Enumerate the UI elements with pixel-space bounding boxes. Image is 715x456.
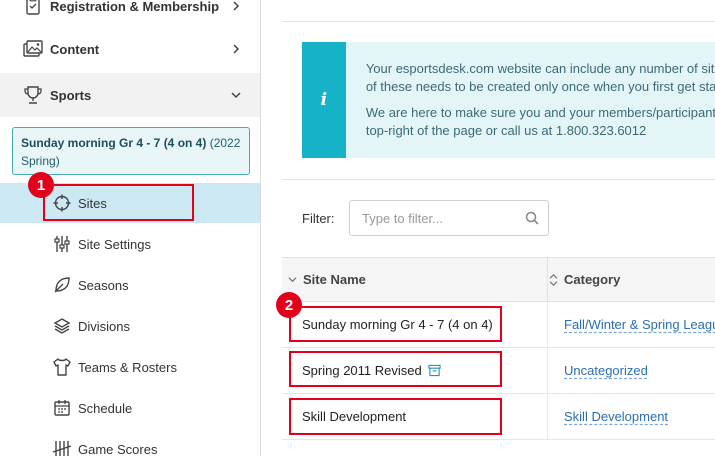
- category-link[interactable]: Uncategorized: [564, 348, 648, 393]
- divider: [282, 21, 715, 22]
- alert-line: top-right of the page or call us at 1.80…: [365, 123, 647, 138]
- sidebar-item-label: Teams & Rosters: [78, 359, 177, 375]
- sidebar-item-label: Site Settings: [78, 236, 151, 252]
- shirt-icon: [52, 357, 72, 377]
- column-separator: [547, 348, 548, 393]
- sidebar-item-teams-rosters[interactable]: Teams & Rosters: [0, 347, 260, 387]
- alert-text: Your esportsdesk.com website can include…: [346, 42, 715, 158]
- sidebar-item-schedule[interactable]: Schedule: [0, 388, 260, 428]
- highlight-box: [289, 351, 502, 387]
- sidebar-item-divisions[interactable]: Divisions: [0, 306, 260, 346]
- current-sport-context[interactable]: Sunday morning Gr 4 - 7 (4 on 4) (2022 S…: [12, 127, 250, 175]
- divider: [282, 179, 715, 180]
- column-separator: [547, 394, 548, 439]
- search-icon: [525, 211, 539, 225]
- sidebar-item-label: Schedule: [78, 400, 133, 416]
- sidebar-item-game-scores[interactable]: Game Scores: [0, 429, 260, 456]
- calendar-icon: [52, 398, 72, 418]
- column-header-category[interactable]: Category: [549, 258, 620, 301]
- highlight-box: [289, 306, 502, 342]
- alert-line: Your esportsdesk.com website can include…: [365, 61, 715, 76]
- info-icon: i: [302, 42, 346, 158]
- sort-icon: [549, 273, 558, 286]
- context-title: Sunday morning Gr 4 - 7 (4 on 4): [21, 136, 207, 150]
- step-badge: 1: [28, 172, 54, 198]
- column-header-site-name[interactable]: Site Name: [288, 258, 366, 301]
- alert-line: of these needs to be created only once w…: [365, 79, 715, 94]
- sidebar-item-label: Game Scores: [78, 441, 158, 456]
- trophy-icon: [22, 84, 44, 106]
- highlight-box: [43, 184, 194, 221]
- nav-label: Registration & Membership: [50, 0, 220, 14]
- nav-content[interactable]: Content: [0, 27, 260, 71]
- step-badge: 2: [276, 292, 302, 318]
- leaf-icon: [52, 275, 72, 295]
- nav-label: Sports: [50, 87, 92, 103]
- sidebar-item-label: Divisions: [78, 318, 131, 334]
- nav-sports[interactable]: Sports: [0, 73, 260, 117]
- clipboard-icon: [22, 0, 44, 17]
- info-alert: i Your esportsdesk.com website can inclu…: [302, 42, 715, 158]
- filter-label: Filter:: [302, 211, 335, 226]
- sidebar-item-seasons[interactable]: Seasons: [0, 265, 260, 305]
- column-header-label: Category: [564, 272, 621, 287]
- sort-desc-icon: [288, 275, 297, 284]
- tally-icon: [52, 439, 72, 456]
- nav-registration-membership[interactable]: Registration & Membership: [0, 0, 260, 28]
- category-link[interactable]: Skill Development: [564, 394, 668, 439]
- images-icon: [22, 38, 44, 60]
- table-header: Site Name Category: [282, 257, 715, 302]
- alert-line: We are here to make sure you and your me…: [365, 105, 715, 120]
- main-content: i Your esportsdesk.com website can inclu…: [282, 0, 715, 456]
- chevron-right-icon: [230, 0, 242, 12]
- filter-input[interactable]: [349, 200, 549, 236]
- highlight-box: [289, 398, 502, 435]
- column-separator[interactable]: [547, 258, 548, 301]
- chevron-right-icon: [230, 43, 242, 55]
- nav-label: Content: [50, 41, 100, 57]
- sidebar-item-label: Seasons: [78, 277, 129, 293]
- column-separator: [547, 302, 548, 347]
- sliders-icon: [52, 234, 72, 254]
- sidebar-item-site-settings[interactable]: Site Settings: [0, 224, 260, 264]
- column-header-label: Site Name: [303, 272, 366, 287]
- chevron-down-icon: [230, 89, 242, 101]
- category-link[interactable]: Fall/Winter & Spring League: [564, 302, 715, 347]
- layers-icon: [52, 316, 72, 336]
- sidebar: Registration & Membership Content Sports…: [0, 0, 261, 456]
